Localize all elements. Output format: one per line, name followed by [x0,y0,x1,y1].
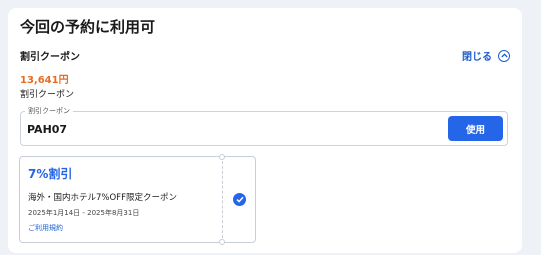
coupon-details: 7%割引 海外・国内ホテル7%OFF限定クーポン 2025年1月14日 - 20… [28,165,177,232]
page-title: 今回の予約に利用可 [20,18,156,36]
discount-amount: 13,641円 [20,75,69,86]
coupon-card: 今回の予約に利用可 割引クーポン 閉じる 13,641円 割引クーポン 割引クー… [8,8,522,253]
coupon-terms-link[interactable]: ご利用規約 [28,223,63,233]
apply-coupon-button[interactable]: 使用 [448,116,503,141]
coupon-code-legend: 割引クーポン [25,106,73,116]
coupon-code-field[interactable]: 割引クーポン PAH07 使用 [20,106,508,146]
coupon-description: 海外・国内ホテル7%OFF限定クーポン [28,193,177,203]
close-toggle[interactable]: 閉じる [462,48,510,63]
ticket-notch-bottom [219,239,225,245]
ticket-divider [222,161,223,238]
coupon-validity-dates: 2025年1月14日 - 2025年8月31日 [28,209,140,217]
chevron-up-icon [498,49,510,62]
ticket-notch-top [219,154,225,160]
coupon-code-value[interactable]: PAH07 [27,123,67,136]
coupon-ticket[interactable]: 7%割引 海外・国内ホテル7%OFF限定クーポン 2025年1月14日 - 20… [19,154,256,245]
discount-sub-label: 割引クーポン [20,90,75,100]
check-icon[interactable] [233,193,246,206]
discount-section-label: 割引クーポン [20,52,80,63]
close-toggle-label: 閉じる [462,52,492,63]
coupon-title: 7%割引 [28,167,73,181]
